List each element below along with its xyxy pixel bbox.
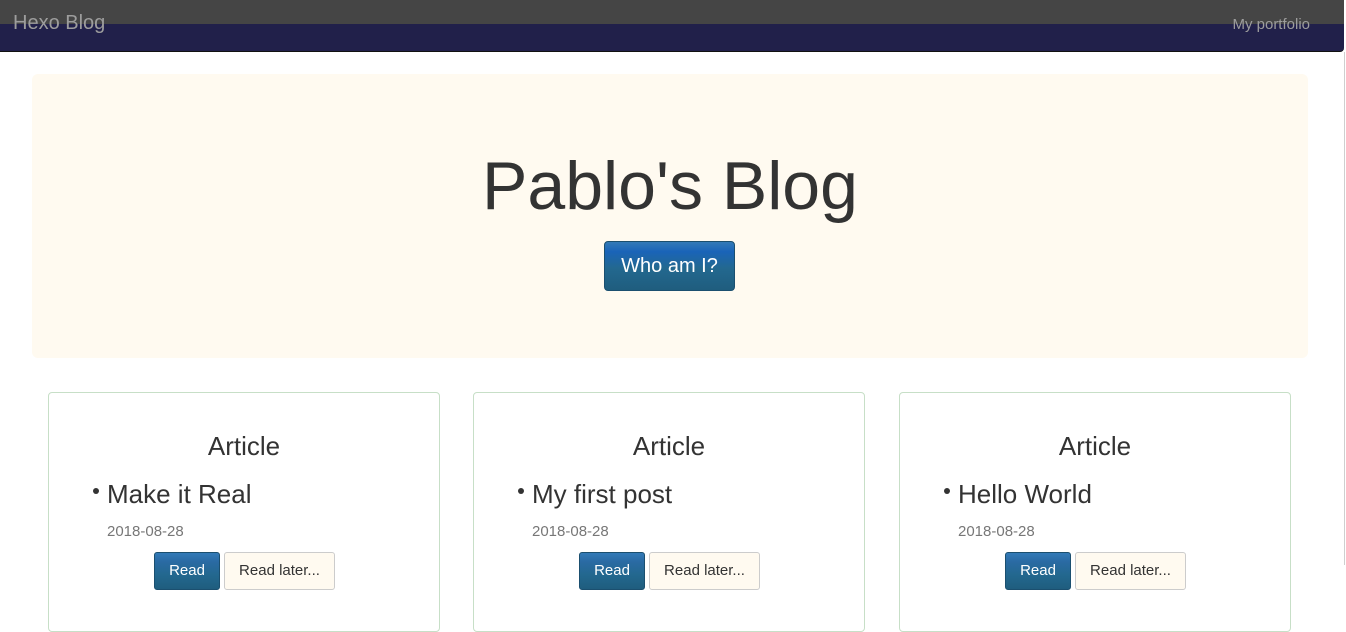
post-title: Hello World <box>958 479 1092 509</box>
read-later-button[interactable]: Read later... <box>1075 552 1186 590</box>
read-button[interactable]: Read <box>1005 552 1071 590</box>
article-card: Article My first post 2018-08-28 Read Re… <box>473 392 865 632</box>
card-heading: Article <box>1058 431 1132 461</box>
who-am-i-button[interactable]: Who am I? <box>604 241 735 291</box>
post-date: 2018-08-28 <box>958 523 1035 540</box>
nav-link-portfolio[interactable]: My portfolio <box>1232 16 1310 33</box>
read-button[interactable]: Read <box>154 552 220 590</box>
read-button[interactable]: Read <box>579 552 645 590</box>
post-date: 2018-08-28 <box>107 523 184 540</box>
post-title: My first post <box>532 479 673 509</box>
article-card: Article Make it Real 2018-08-28 Read Rea… <box>48 392 440 632</box>
read-later-button[interactable]: Read later... <box>224 552 335 590</box>
top-navbar: Hexo Blog My portfolio <box>0 0 1344 52</box>
post-date: 2018-08-28 <box>532 523 609 540</box>
read-later-button[interactable]: Read later... <box>649 552 760 590</box>
brand-link[interactable]: Hexo Blog <box>13 12 105 35</box>
card-heading: Article <box>632 431 706 461</box>
bullet-icon <box>93 488 99 494</box>
bullet-icon <box>518 488 524 494</box>
bullet-icon <box>944 488 950 494</box>
article-card: Article Hello World 2018-08-28 Read Read… <box>899 392 1291 632</box>
card-heading: Article <box>207 431 281 461</box>
page-right-border <box>1344 52 1345 565</box>
post-title: Make it Real <box>107 479 252 509</box>
page-title: Pablo's Blog <box>482 148 858 224</box>
hero-jumbotron: Pablo's Blog Who am I? <box>32 74 1308 358</box>
